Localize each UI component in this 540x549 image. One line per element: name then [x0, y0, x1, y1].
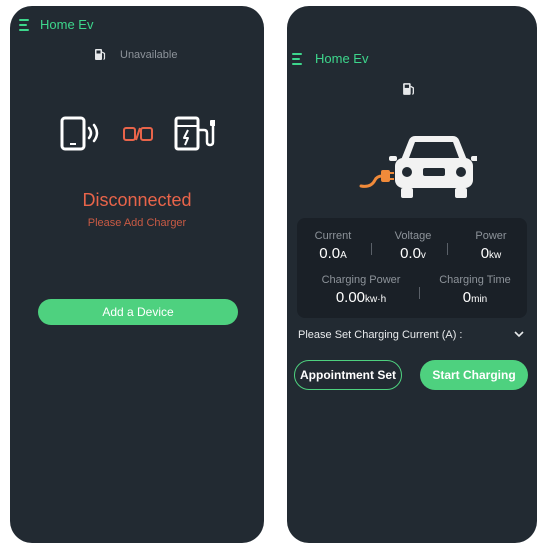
fuel-pump-icon	[94, 48, 106, 61]
stat-current: Current 0.0A	[305, 230, 361, 262]
stat-power: Power 0kw	[463, 230, 519, 262]
connection-status-subtitle: Please Add Charger	[87, 217, 187, 229]
current-label: Current	[314, 230, 352, 242]
charging-power-value: 0.00	[335, 289, 366, 306]
car-icon	[389, 136, 479, 198]
left-phone-screen: Home Ev Unavailable Disconnected Please …	[10, 6, 264, 543]
status-text: Unavailable	[120, 48, 178, 61]
start-charging-button[interactable]: Start Charging	[420, 360, 528, 390]
divider	[371, 243, 372, 255]
power-unit: kw	[489, 250, 502, 261]
power-value-line: 0kw	[463, 245, 519, 262]
chevron-down-icon[interactable]	[514, 329, 524, 341]
voltage-value-line: 0.0v	[385, 245, 441, 262]
charging-power-value-line: 0.00kw·h	[309, 289, 413, 306]
plug-icon	[359, 170, 394, 188]
charging-time-value: 0	[462, 289, 472, 306]
power-label: Power	[475, 230, 507, 242]
voltage-unit: v	[420, 250, 426, 261]
charging-stats-panel: Current 0.0A Voltage 0.0v Power 0kw Char…	[297, 218, 527, 318]
stat-voltage: Voltage 0.0v	[385, 230, 441, 262]
charging-current-selector[interactable]: Please Set Charging Current (A) :	[298, 329, 524, 341]
broken-link-icon	[123, 125, 153, 148]
charging-power-label: Charging Power	[321, 274, 401, 286]
charger-status-row: Unavailable	[94, 48, 177, 61]
divider	[447, 243, 448, 255]
divider	[419, 287, 420, 299]
charging-time-label: Charging Time	[439, 274, 511, 286]
current-value: 0.0	[319, 245, 341, 262]
charging-time-unit: min	[471, 294, 488, 305]
connection-diagram	[10, 116, 264, 157]
charging-power-unit: kw·h	[365, 294, 387, 305]
current-unit: A	[340, 250, 347, 261]
connection-status-title: Disconnected	[82, 190, 192, 210]
voltage-label: Voltage	[394, 230, 432, 242]
app-title: Home Ev	[315, 51, 369, 66]
car-illustration	[357, 130, 479, 202]
app-title: Home Ev	[40, 17, 94, 32]
phone-signal-icon	[59, 116, 103, 157]
fuel-pump-icon	[402, 82, 415, 96]
power-value: 0	[480, 245, 490, 262]
charging-current-label: Please Set Charging Current (A) :	[298, 329, 463, 341]
stat-charging-time: Charging Time 0min	[431, 274, 519, 306]
add-device-button[interactable]: Add a Device	[38, 299, 238, 325]
charging-station-icon	[173, 116, 216, 157]
voltage-value: 0.0	[400, 245, 421, 262]
appointment-set-button[interactable]: Appointment Set	[294, 360, 402, 390]
menu-icon[interactable]	[19, 19, 33, 31]
current-value-line: 0.0A	[305, 245, 361, 262]
charging-time-value-line: 0min	[431, 289, 519, 306]
stat-charging-power: Charging Power 0.00kw·h	[309, 274, 413, 306]
right-phone-screen: Home Ev Current 0.0A Voltage 0.0v Power …	[287, 6, 537, 543]
menu-icon[interactable]	[292, 53, 306, 65]
